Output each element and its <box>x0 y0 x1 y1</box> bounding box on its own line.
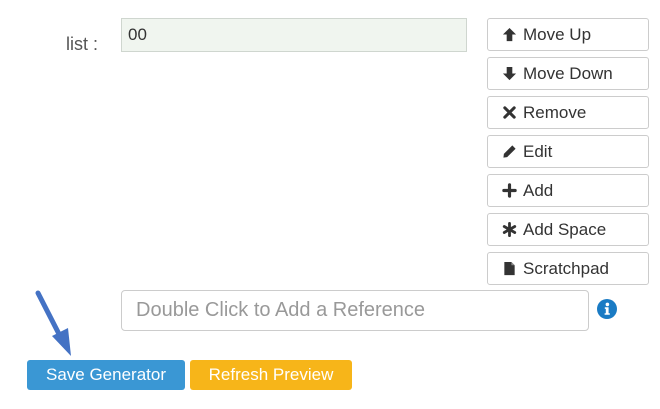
reference-input[interactable] <box>121 290 589 331</box>
save-generator-button[interactable]: Save Generator <box>27 360 185 390</box>
edit-button[interactable]: Edit <box>487 135 649 168</box>
scratchpad-button[interactable]: Scratchpad <box>487 252 649 285</box>
add-button[interactable]: Add <box>487 174 649 207</box>
asterisk-icon <box>502 222 517 237</box>
close-icon <box>503 106 516 119</box>
remove-label: Remove <box>523 102 587 122</box>
arrow-down-icon <box>502 66 517 81</box>
scratchpad-label: Scratchpad <box>523 258 609 278</box>
add-label: Add <box>523 180 554 200</box>
move-down-button[interactable]: Move Down <box>487 57 649 90</box>
list-label: list : <box>66 34 99 54</box>
move-up-label: Move Up <box>523 24 592 44</box>
pencil-icon <box>503 145 516 158</box>
blue-arrow-icon <box>35 290 71 356</box>
list-item[interactable]: 00 <box>128 25 147 45</box>
move-up-button[interactable]: Move Up <box>487 18 649 51</box>
add-space-label: Add Space <box>523 219 607 239</box>
list-box[interactable]: 00 <box>121 18 467 52</box>
move-down-label: Move Down <box>523 63 613 83</box>
refresh-preview-button[interactable]: Refresh Preview <box>190 360 352 390</box>
info-icon[interactable] <box>597 299 617 319</box>
plus-icon <box>502 183 517 198</box>
add-space-button[interactable]: Add Space <box>487 213 649 246</box>
file-icon <box>504 261 515 276</box>
remove-button[interactable]: Remove <box>487 96 649 129</box>
edit-label: Edit <box>523 141 553 161</box>
arrow-up-icon <box>502 27 517 42</box>
